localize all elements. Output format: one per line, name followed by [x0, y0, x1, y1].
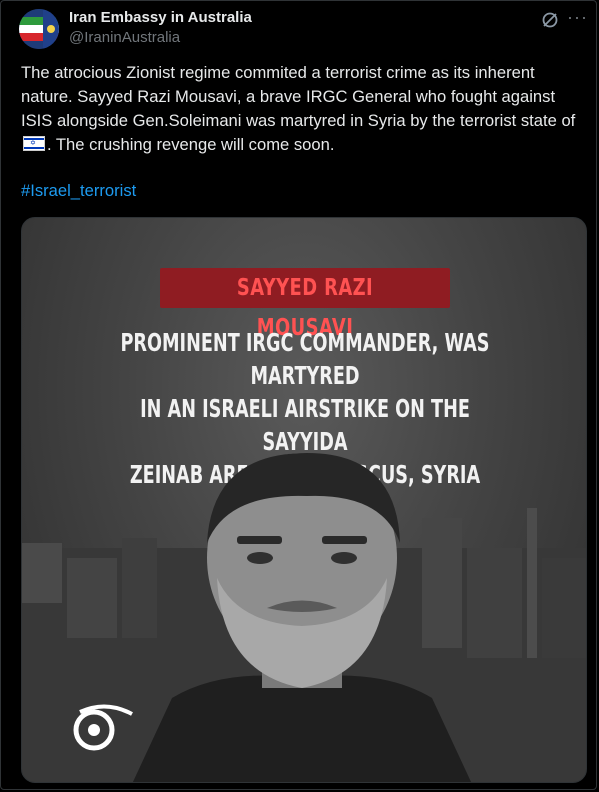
- author-name[interactable]: Iran Embassy in Australia: [69, 9, 252, 26]
- post-image[interactable]: SAYYED RAZI MOUSAVI PROMINENT IRGC COMMA…: [21, 217, 587, 783]
- more-options-icon[interactable]: ···: [567, 7, 588, 28]
- post-card: Iran Embassy in Australia @IraninAustral…: [0, 0, 597, 790]
- banner-title: SAYYED RAZI MOUSAVI: [236, 275, 374, 341]
- israel-flag-emoji-icon: ✡: [23, 136, 45, 151]
- headline-line-1: PROMINENT IRGC COMMANDER, WAS MARTYRED: [120, 328, 490, 390]
- post-text: The atrocious Zionist regime commited a …: [21, 61, 581, 157]
- post-text-line-3: . The crushing revenge will come soon.: [47, 135, 335, 154]
- channel-logo-icon: [73, 704, 133, 751]
- hashtag-link[interactable]: #Israel_terrorist: [21, 181, 136, 201]
- avatar[interactable]: [19, 9, 59, 49]
- grok-icon[interactable]: [541, 11, 559, 29]
- author-handle[interactable]: @IraninAustralia: [69, 29, 180, 46]
